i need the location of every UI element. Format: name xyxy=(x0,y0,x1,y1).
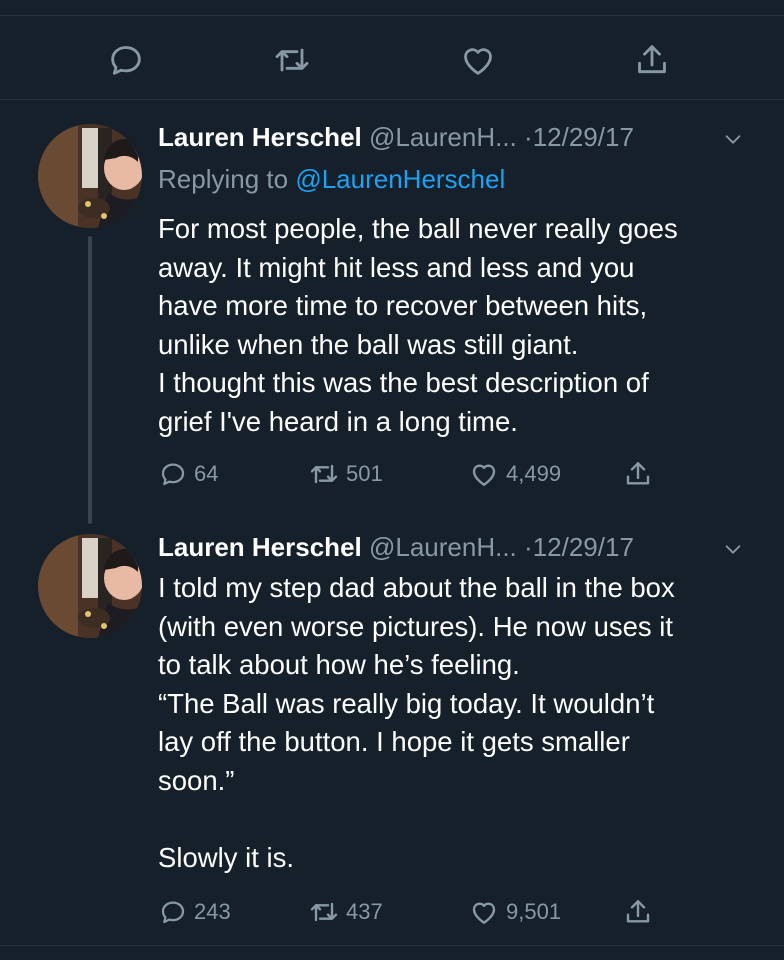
author-name[interactable]: Lauren Herschel xyxy=(158,122,362,152)
tweet-header: Lauren Herschel @LaurenH... ·12/29/17 xyxy=(158,530,634,564)
section-divider xyxy=(0,99,784,100)
tweet-text: For most people, the ball never really g… xyxy=(158,213,678,437)
reply-mention-link[interactable]: @LaurenHerschel xyxy=(295,164,505,194)
retweet-button[interactable] xyxy=(270,38,314,82)
tweet-date[interactable]: 12/29/17 xyxy=(533,532,634,562)
retweet-icon xyxy=(310,464,338,484)
reply-icon xyxy=(111,46,141,75)
reply-button[interactable]: 243 xyxy=(158,894,231,930)
avatar[interactable] xyxy=(38,124,142,228)
reply-count: 243 xyxy=(194,899,231,924)
top-action-bar xyxy=(0,38,784,84)
chevron-down-icon[interactable] xyxy=(722,128,744,150)
separator-dot: · xyxy=(524,532,533,562)
tweet-header: Lauren Herschel @LaurenH... ·12/29/17 xyxy=(158,120,634,154)
author-handle[interactable]: @LaurenH... xyxy=(369,122,517,152)
chevron-down-icon[interactable] xyxy=(722,538,744,560)
reply-button[interactable]: 64 xyxy=(158,456,218,492)
profile-photo-icon xyxy=(38,534,142,638)
bottom-divider xyxy=(0,945,784,946)
like-button[interactable] xyxy=(456,38,500,82)
share-icon xyxy=(626,900,650,923)
like-icon xyxy=(472,464,496,486)
avatar[interactable] xyxy=(38,534,142,638)
like-button[interactable]: 9,501 xyxy=(468,894,561,930)
author-name[interactable]: Lauren Herschel xyxy=(158,532,362,562)
retweet-icon xyxy=(275,48,309,72)
like-count: 4,499 xyxy=(506,461,562,486)
reply-icon xyxy=(161,901,185,924)
profile-photo-icon xyxy=(38,124,142,228)
reply-button[interactable] xyxy=(104,38,148,82)
top-divider xyxy=(0,15,784,16)
share-icon xyxy=(638,45,666,74)
thread-connector xyxy=(88,236,92,524)
tweet-actions: 243 437 9,501 xyxy=(158,894,678,930)
like-button[interactable]: 4,499 xyxy=(468,456,561,492)
tweet-actions: 64 501 4,499 xyxy=(158,456,678,492)
share-button[interactable] xyxy=(630,38,674,82)
like-icon xyxy=(464,48,492,75)
retweet-button[interactable]: 437 xyxy=(308,894,383,930)
share-button[interactable] xyxy=(622,894,654,930)
reply-icon xyxy=(161,463,185,486)
retweet-count: 501 xyxy=(346,461,383,486)
retweet-count: 437 xyxy=(346,899,383,924)
like-icon xyxy=(472,902,496,924)
reply-count: 64 xyxy=(194,461,219,486)
replying-to-label: Replying to xyxy=(158,164,289,194)
retweet-icon xyxy=(310,902,338,922)
replying-to: Replying to @LaurenHerschel xyxy=(158,162,505,196)
share-icon xyxy=(626,462,650,485)
share-button[interactable] xyxy=(622,456,654,492)
author-handle[interactable]: @LaurenH... xyxy=(369,532,517,562)
separator-dot: · xyxy=(524,122,533,152)
retweet-button[interactable]: 501 xyxy=(308,456,383,492)
tweet-date[interactable]: 12/29/17 xyxy=(533,122,634,152)
tweet-text: I told my step dad about the ball in the… xyxy=(158,572,675,874)
like-count: 9,501 xyxy=(506,899,562,924)
